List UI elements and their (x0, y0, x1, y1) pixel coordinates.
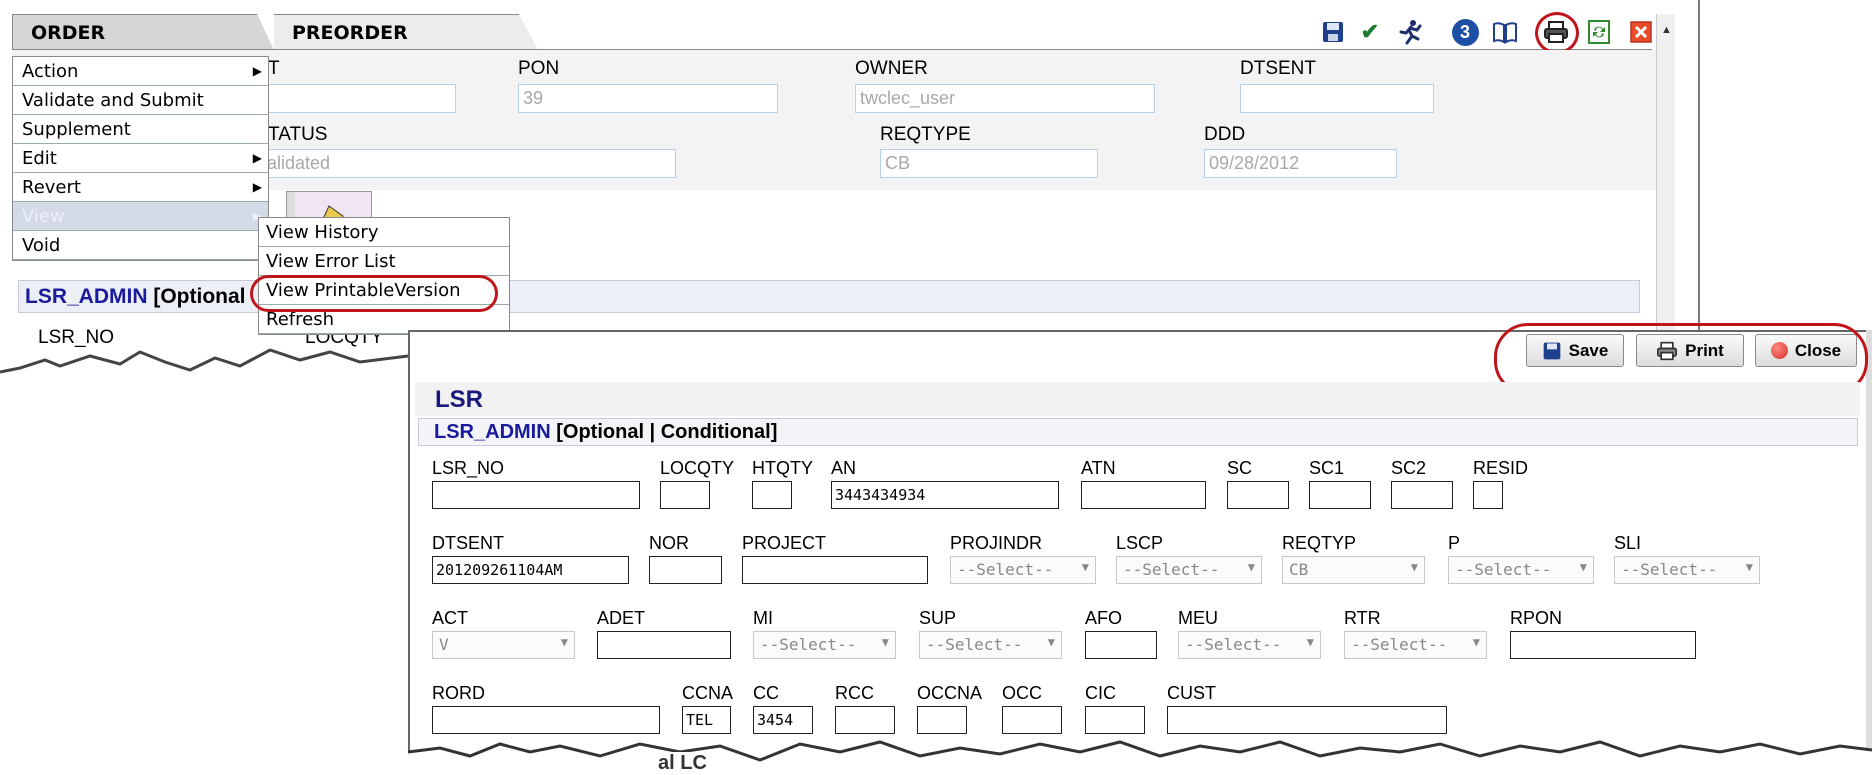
torn-edge-front (407, 740, 1872, 771)
obscured-text-fragment: al LC (658, 752, 707, 775)
